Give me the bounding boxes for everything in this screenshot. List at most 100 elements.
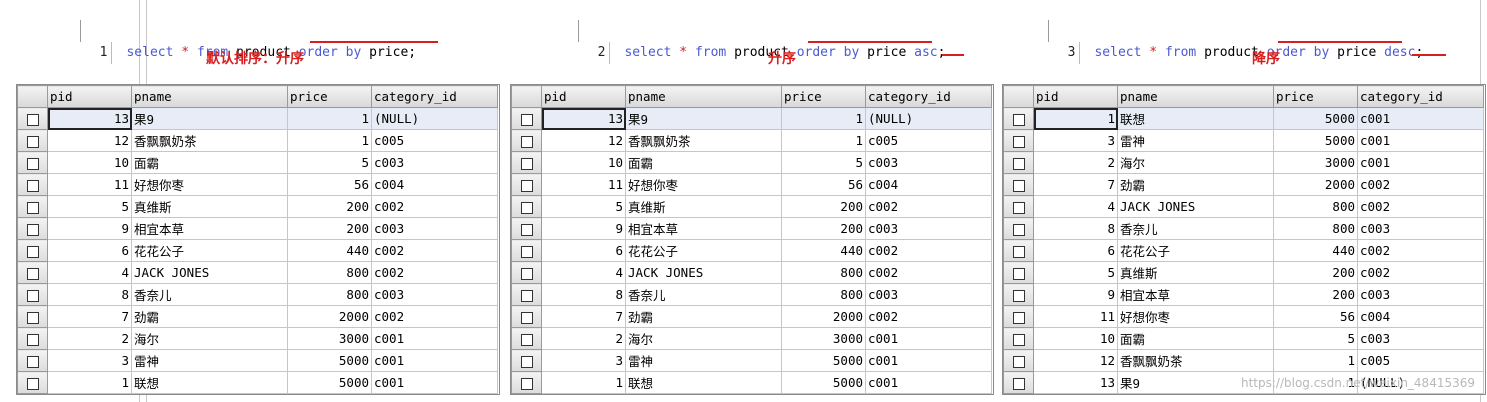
row-checkbox[interactable] — [17, 107, 48, 130]
row-checkbox[interactable] — [17, 195, 48, 218]
cell-price[interactable]: 5 — [1273, 327, 1358, 350]
checkbox-icon[interactable] — [26, 355, 39, 368]
checkbox-icon[interactable] — [1012, 377, 1025, 390]
cell-category-id[interactable]: c003 — [1357, 283, 1484, 306]
cell-price[interactable]: 200 — [287, 195, 372, 218]
cell-price[interactable]: 200 — [1273, 261, 1358, 284]
cell-pname[interactable]: 联想 — [625, 371, 782, 394]
cell-pid[interactable]: 1 — [541, 371, 626, 394]
checkbox-icon[interactable] — [520, 333, 533, 346]
row-checkbox[interactable] — [511, 349, 542, 372]
cell-pname[interactable]: JACK JONES — [1117, 195, 1274, 218]
cell-pid[interactable]: 9 — [47, 217, 132, 240]
cell-pname[interactable]: 花花公子 — [625, 239, 782, 262]
cell-price[interactable]: 200 — [287, 217, 372, 240]
cell-pname[interactable]: 好想你枣 — [131, 173, 288, 196]
cell-pid[interactable]: 8 — [1033, 217, 1118, 240]
table-row[interactable]: 12 香飘飘奶茶 1 c005 — [511, 129, 992, 152]
cell-pname[interactable]: 好想你枣 — [625, 173, 782, 196]
table-row[interactable]: 8 香奈儿 800 c003 — [1003, 217, 1484, 240]
table-row[interactable]: 6 花花公子 440 c002 — [511, 239, 992, 262]
column-header-price[interactable]: price — [287, 85, 372, 108]
sql-query-1[interactable]: 1 select * from product order by price; — [80, 20, 416, 64]
checkbox-icon[interactable] — [26, 377, 39, 390]
column-header-category-id[interactable]: category_id — [865, 85, 992, 108]
cell-category-id[interactable]: c001 — [371, 327, 498, 350]
checkbox-icon[interactable] — [1012, 179, 1025, 192]
cell-category-id[interactable]: c004 — [1357, 305, 1484, 328]
cell-pid[interactable]: 7 — [541, 305, 626, 328]
cell-price[interactable]: 1 — [1273, 349, 1358, 372]
checkbox-icon[interactable] — [26, 179, 39, 192]
table-row[interactable]: 13 果9 1 (NULL) — [17, 107, 498, 130]
cell-pname[interactable]: 劲霸 — [131, 305, 288, 328]
checkbox-icon[interactable] — [1012, 135, 1025, 148]
cell-pid[interactable]: 5 — [47, 195, 132, 218]
row-checkbox[interactable] — [511, 195, 542, 218]
checkbox-icon[interactable] — [1012, 267, 1025, 280]
cell-pid[interactable]: 12 — [47, 129, 132, 152]
table-row[interactable]: 7 劲霸 2000 c002 — [511, 305, 992, 328]
table-row[interactable]: 1 联想 5000 c001 — [511, 371, 992, 394]
cell-category-id[interactable]: c002 — [1357, 195, 1484, 218]
cell-pname[interactable]: 雷神 — [625, 349, 782, 372]
cell-pname[interactable]: 果9 — [131, 107, 288, 130]
cell-pid[interactable]: 13 — [541, 107, 626, 130]
cell-price[interactable]: 800 — [781, 283, 866, 306]
table-row[interactable]: 2 海尔 3000 c001 — [17, 327, 498, 350]
cell-category-id[interactable]: c002 — [865, 239, 992, 262]
cell-pname[interactable]: 雷神 — [1117, 129, 1274, 152]
table-row[interactable]: 2 海尔 3000 c001 — [511, 327, 992, 350]
row-checkbox[interactable] — [17, 129, 48, 152]
row-checkbox[interactable] — [17, 371, 48, 394]
row-checkbox[interactable] — [1003, 129, 1034, 152]
checkbox-icon[interactable] — [520, 113, 533, 126]
checkbox-icon[interactable] — [26, 311, 39, 324]
cell-price[interactable]: 440 — [287, 239, 372, 262]
cell-price[interactable]: 1 — [287, 129, 372, 152]
table-row[interactable]: 8 香奈儿 800 c003 — [511, 283, 992, 306]
table-row[interactable]: 1 联想 5000 c001 — [17, 371, 498, 394]
cell-pid[interactable]: 11 — [47, 173, 132, 196]
checkbox-icon[interactable] — [520, 355, 533, 368]
row-checkbox[interactable] — [1003, 195, 1034, 218]
table-row[interactable]: 12 香飘飘奶茶 1 c005 — [1003, 349, 1484, 372]
row-checkbox[interactable] — [17, 217, 48, 240]
row-checkbox[interactable] — [1003, 107, 1034, 130]
cell-pid[interactable]: 5 — [1033, 261, 1118, 284]
table-row[interactable]: 5 真维斯 200 c002 — [17, 195, 498, 218]
row-checkbox[interactable] — [17, 327, 48, 350]
cell-pid[interactable]: 8 — [541, 283, 626, 306]
cell-category-id[interactable]: c002 — [371, 261, 498, 284]
table-row[interactable]: 11 好想你枣 56 c004 — [511, 173, 992, 196]
cell-pid[interactable]: 5 — [541, 195, 626, 218]
cell-price[interactable]: 800 — [1273, 217, 1358, 240]
cell-pname[interactable]: 花花公子 — [1117, 239, 1274, 262]
cell-pname[interactable]: 相宜本草 — [1117, 283, 1274, 306]
table-row[interactable]: 4 JACK JONES 800 c002 — [1003, 195, 1484, 218]
checkbox-icon[interactable] — [26, 157, 39, 170]
table-row[interactable]: 3 雷神 5000 c001 — [1003, 129, 1484, 152]
cell-price[interactable]: 2000 — [287, 305, 372, 328]
checkbox-icon[interactable] — [1012, 223, 1025, 236]
row-checkbox[interactable] — [511, 305, 542, 328]
cell-category-id[interactable]: c003 — [865, 217, 992, 240]
cell-pid[interactable]: 12 — [541, 129, 626, 152]
cell-pname[interactable]: 雷神 — [131, 349, 288, 372]
cell-pid[interactable]: 10 — [47, 151, 132, 174]
column-header-pname[interactable]: pname — [1117, 85, 1274, 108]
cell-price[interactable]: 5000 — [1273, 129, 1358, 152]
cell-pname[interactable]: 香奈儿 — [625, 283, 782, 306]
checkbox-icon[interactable] — [520, 201, 533, 214]
table-row[interactable]: 4 JACK JONES 800 c002 — [17, 261, 498, 284]
cell-category-id[interactable]: c002 — [371, 305, 498, 328]
cell-pid[interactable]: 7 — [47, 305, 132, 328]
checkbox-icon[interactable] — [26, 267, 39, 280]
cell-category-id[interactable]: c001 — [371, 349, 498, 372]
column-header-category-id[interactable]: category_id — [1357, 85, 1484, 108]
checkbox-icon[interactable] — [26, 333, 39, 346]
cell-category-id[interactable]: c001 — [865, 349, 992, 372]
cell-category-id[interactable]: c003 — [865, 283, 992, 306]
cell-pid[interactable]: 13 — [47, 107, 132, 130]
cell-pname[interactable]: 劲霸 — [1117, 173, 1274, 196]
